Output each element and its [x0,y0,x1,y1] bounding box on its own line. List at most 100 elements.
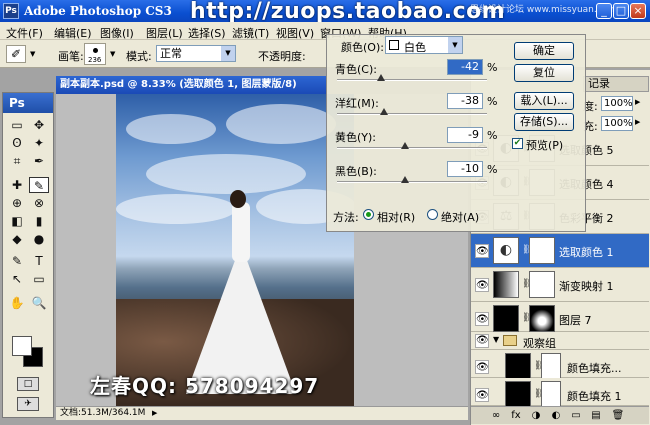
eye-icon[interactable]: 👁 [475,244,489,258]
hand-tool-icon[interactable]: ✋ [7,295,27,311]
chevron-down-icon[interactable]: ▼ [448,37,462,53]
layer-group-row[interactable]: 👁 ▼ 观察组 [471,332,649,350]
magenta-input[interactable]: -38 [447,93,483,109]
menu-select[interactable]: 选择(S) [188,25,226,41]
menu-edit[interactable]: 编辑(E) [54,25,92,41]
layer-style-icon[interactable]: fx [509,409,523,423]
percent-label: % [487,61,498,74]
magenta-slider[interactable] [337,108,487,115]
cyan-slider[interactable] [337,74,487,81]
bride-head-shape [230,190,246,208]
save-button[interactable]: 存储(S)... [514,113,574,131]
layer-mask-thumbnail[interactable] [529,305,555,332]
type-tool-icon[interactable]: T [29,253,49,269]
slider-handle[interactable] [376,74,385,81]
add-mask-icon[interactable]: ◑ [529,409,543,423]
reset-button[interactable]: 复位 [514,64,574,82]
new-group-icon[interactable]: ▭ [569,409,583,423]
eye-icon[interactable]: 👁 [475,360,489,374]
slider-handle[interactable] [379,108,388,115]
layer-row[interactable]: 👁 ⛓ 渐变映射 1 [471,268,649,302]
layer-mask-thumbnail[interactable] [541,381,561,408]
color-label: 颜色(O): [341,41,384,54]
eraser-tool-icon[interactable]: ◧ [7,213,27,229]
menu-image[interactable]: 图像(I) [100,25,134,41]
lasso-tool-icon[interactable]: ʘ [7,135,27,151]
layer-row[interactable]: 👁 ⛓ 图层 7 [471,302,649,332]
chevron-down-icon[interactable]: ▼ [221,46,235,61]
close-button[interactable]: × [630,3,646,19]
status-menu-icon[interactable]: ▶ [152,407,157,420]
preview-label[interactable]: 预览(P) [526,137,563,153]
pen-tool-icon[interactable]: ✎ [7,253,27,269]
layer-row[interactable]: 👁 ⛓ 颜色填充... [471,350,649,380]
yellow-slider[interactable] [337,142,487,149]
new-adjustment-layer-icon[interactable]: ◐ [549,409,563,423]
slider-handle[interactable] [401,142,410,149]
foreground-color-swatch[interactable] [12,336,32,356]
link-layers-icon[interactable]: ∞ [489,409,503,423]
chevron-right-icon[interactable]: ▶ [635,98,640,106]
menu-filter[interactable]: 滤镜(T) [232,25,269,41]
absolute-radio[interactable] [427,209,438,220]
relative-label[interactable]: 相对(R) [377,209,415,225]
black-input[interactable]: -10 [447,161,483,177]
history-brush-tool-icon[interactable]: ⊗ [29,195,49,211]
document-title-bar[interactable]: 副本副本.psd @ 8.33% (选取颜色 1, 图层蒙版/8) [56,76,326,94]
tool-preset-dropdown-icon[interactable]: ▼ [30,50,35,58]
minimize-button[interactable]: _ [596,3,612,19]
brush-tool-preset-icon[interactable]: ✐ [6,45,26,63]
gradient-tool-icon[interactable]: ▮ [29,213,49,229]
chevron-right-icon[interactable]: ▶ [635,118,640,126]
maximize-button[interactable]: □ [613,3,629,19]
screen-mode-icon[interactable]: ✈ [17,397,39,411]
relative-radio[interactable] [363,209,374,220]
trash-icon[interactable]: 🗑 [611,409,625,423]
eye-icon[interactable]: 👁 [475,388,489,402]
black-slider[interactable] [337,176,487,183]
magic-wand-tool-icon[interactable]: ✦ [29,135,49,151]
chevron-down-icon[interactable]: ▼ [493,335,499,344]
menu-file[interactable]: 文件(F) [6,25,43,41]
layer-fill-input[interactable]: 100% [601,116,633,131]
quick-mask-icon[interactable]: □ [17,377,39,391]
menu-view[interactable]: 视图(V) [276,25,314,41]
ok-button[interactable]: 确定 [514,42,574,60]
healing-brush-tool-icon[interactable]: ✚ [7,177,27,193]
yellow-input[interactable]: -9 [447,127,483,143]
brush-preview-picker[interactable]: 236 [84,43,106,65]
layer-mask-thumbnail[interactable] [529,271,555,298]
move-tool-icon[interactable]: ✥ [29,117,49,133]
shape-tool-icon[interactable]: ▭ [29,271,49,287]
preview-checkbox[interactable]: ✔ [512,138,523,149]
clone-stamp-tool-icon[interactable]: ⊕ [7,195,27,211]
layer-opacity-input[interactable]: 100% [601,96,633,111]
slider-handle[interactable] [400,176,409,183]
blur-tool-icon[interactable]: ◆ [7,231,27,247]
cloud-shape [126,114,216,144]
brush-dropdown-icon[interactable]: ▼ [110,50,115,58]
color-select[interactable]: 白色 ▼ [385,36,463,54]
menu-layer[interactable]: 图层(L) [146,25,183,41]
layer-mask-thumbnail[interactable] [541,353,561,380]
layer-mask-thumbnail[interactable] [529,237,555,264]
path-selection-tool-icon[interactable]: ↖ [7,271,27,287]
brush-tool-icon[interactable]: ✎ [29,177,49,193]
slice-tool-icon[interactable]: ✒ [29,153,49,169]
new-layer-icon[interactable]: ▤ [589,409,603,423]
absolute-label[interactable]: 绝对(A) [441,209,479,225]
toolbox-header[interactable]: Ps [3,93,53,113]
eye-icon[interactable]: 👁 [475,278,489,292]
tab-history[interactable]: 记录 [583,76,649,92]
mode-select[interactable]: 正常 ▼ [156,45,236,62]
load-button[interactable]: 载入(L)... [514,92,574,110]
eye-icon[interactable]: 👁 [475,334,489,348]
layer-row-selected[interactable]: 👁 ◐ ⛓ 选取颜色 1 [471,234,649,268]
eye-icon[interactable]: 👁 [475,312,489,326]
zoom-tool-icon[interactable]: 🔍 [29,295,49,311]
dodge-tool-icon[interactable]: ● [29,231,49,247]
cyan-input[interactable]: -42 [447,59,483,75]
marquee-tool-icon[interactable]: ▭ [7,117,27,133]
layer-row[interactable]: 👁 ⛓ 颜色填充 1 [471,378,649,408]
crop-tool-icon[interactable]: ⌗ [7,153,27,169]
